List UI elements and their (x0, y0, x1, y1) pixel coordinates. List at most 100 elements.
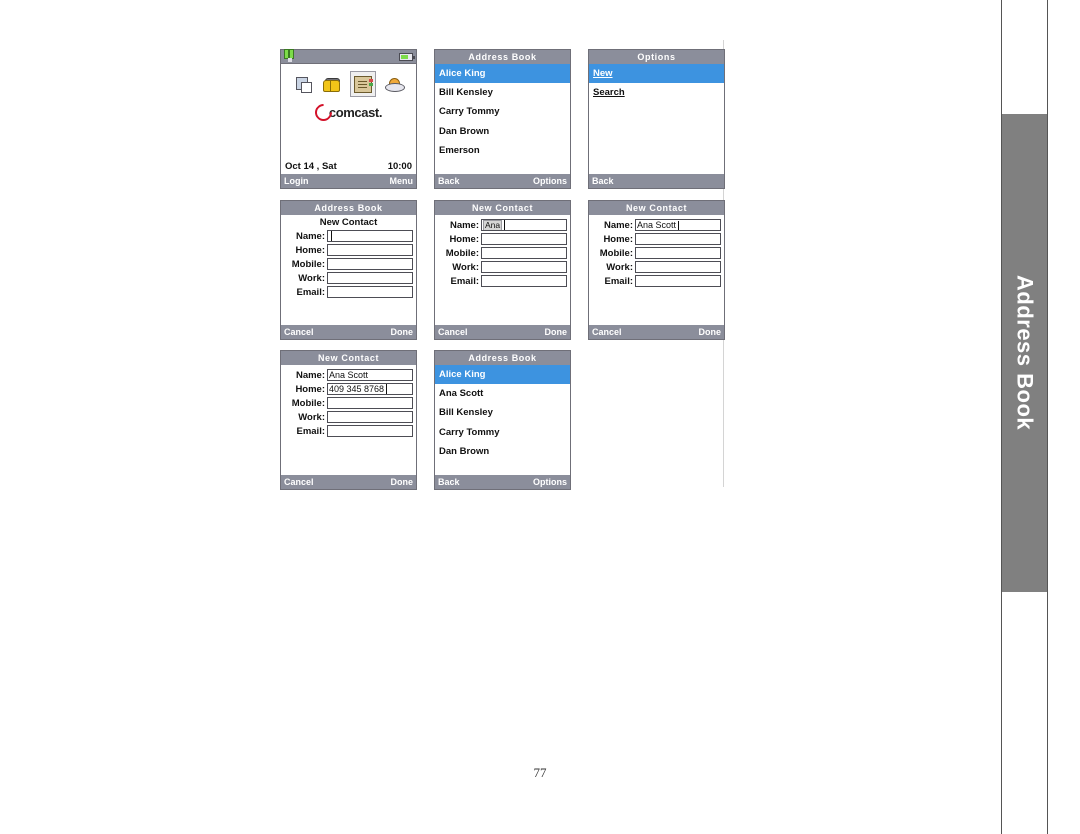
email-field[interactable] (635, 275, 721, 287)
field-label: Home: (449, 233, 479, 245)
softkey-right-done[interactable]: Done (545, 327, 568, 337)
list-item-label: Dan Brown (439, 445, 490, 457)
softkey-bar: Back Options (435, 475, 570, 489)
softkey-right-menu[interactable]: Menu (390, 176, 414, 186)
menu-item-label: Search (593, 87, 625, 99)
list-item-label: Carry Tommy (439, 426, 500, 438)
softkey-left-back[interactable]: Back (438, 477, 460, 487)
work-field[interactable] (481, 261, 567, 273)
home-field[interactable] (327, 244, 413, 256)
phone-screen-home: comcast. Oct 14 , Sat 10:00 Login Menu (280, 49, 417, 189)
list-item[interactable]: Alice King (435, 64, 570, 84)
list-item[interactable]: Carry Tommy (435, 423, 570, 442)
softkey-bar: Login Menu (281, 174, 416, 188)
mobile-field[interactable] (327, 397, 413, 409)
list-item-label: Bill Kensley (439, 407, 493, 419)
list-item[interactable]: Ana Scott (435, 384, 570, 403)
softkey-left-cancel[interactable]: Cancel (438, 327, 468, 337)
home-body: comcast. Oct 14 , Sat 10:00 (281, 64, 416, 174)
mobile-field[interactable] (327, 258, 413, 270)
name-field-value: Ana Scott (637, 220, 677, 230)
phone-screen-address-book-list: Address Book Alice King Bill Kensley Car… (434, 49, 571, 189)
form-row-home: Home: (437, 233, 567, 245)
softkey-bar: Back Options (435, 174, 570, 188)
field-label: Work: (298, 272, 325, 284)
softkey-left-back[interactable]: Back (592, 176, 614, 186)
home-field[interactable] (481, 233, 567, 245)
softkey-right-done[interactable]: Done (391, 327, 414, 337)
field-label: Mobile: (445, 247, 479, 259)
mobile-field[interactable] (635, 247, 721, 259)
list-item[interactable]: Dan Brown (435, 442, 570, 461)
weather-icon[interactable] (384, 74, 405, 94)
work-field[interactable] (327, 411, 413, 423)
field-label: Email: (604, 275, 633, 287)
home-field[interactable] (635, 233, 721, 245)
softkey-right-done[interactable]: Done (699, 327, 722, 337)
list-item-label: Emerson (439, 144, 480, 156)
list-item[interactable]: Alice King (435, 365, 570, 385)
list-item[interactable]: Dan Brown (435, 122, 570, 141)
softkey-right-done[interactable]: Done (391, 477, 414, 487)
name-field[interactable]: Ana Scott (635, 219, 721, 231)
softkey-bar: Cancel Done (281, 475, 416, 489)
field-label: Email: (450, 275, 479, 287)
new-contact-form: Name: Ana Scott Home: Mobile: Work: Emai… (589, 215, 724, 325)
list-item[interactable]: Emerson (435, 141, 570, 160)
title-bar: Address Book (435, 50, 570, 64)
softkey-left-cancel[interactable]: Cancel (284, 327, 314, 337)
new-contact-form: Name: Ana Scott Home: 409 345 8768 Mobil… (281, 365, 416, 475)
name-field[interactable]: Ana (481, 219, 567, 231)
page-border-right-rule (1047, 0, 1048, 834)
signal-bars-icon (284, 49, 296, 62)
list-item[interactable]: Bill Kensley (435, 83, 570, 102)
list-item[interactable]: Carry Tommy (435, 102, 570, 121)
name-field[interactable]: Ana Scott (327, 369, 413, 381)
menu-item-label: New (593, 68, 613, 80)
email-field[interactable] (481, 275, 567, 287)
new-contact-form: Name: Ana Home: Mobile: Work: Email: (435, 215, 570, 325)
mobile-field[interactable] (481, 247, 567, 259)
name-field-value: Ana (483, 219, 503, 230)
phone-screen-new-contact-empty: Address Book New Contact Name: Home: Mob… (280, 200, 417, 340)
menu-item-new[interactable]: New (589, 64, 724, 84)
email-field[interactable] (327, 286, 413, 298)
softkey-left-back[interactable]: Back (438, 176, 460, 186)
softkey-left-cancel[interactable]: Cancel (592, 327, 622, 337)
address-book-icon[interactable] (349, 71, 376, 97)
form-subheading: New Contact (319, 217, 378, 228)
form-row-work: Work: (283, 411, 413, 423)
list-item-label: Alice King (439, 369, 486, 381)
open-book-icon[interactable] (321, 74, 341, 94)
title-bar: New Contact (281, 351, 416, 365)
softkey-right-options[interactable]: Options (533, 477, 567, 487)
home-date: Oct 14 , Sat (285, 161, 337, 172)
title-bar: New Contact (435, 201, 570, 215)
status-bar (281, 49, 416, 64)
form-row-work: Work: (283, 272, 413, 284)
softkey-right-options[interactable]: Options (533, 176, 567, 186)
list-item-label: Alice King (439, 68, 486, 80)
softkey-left-cancel[interactable]: Cancel (284, 477, 314, 487)
home-icon-row (281, 64, 416, 99)
form-row-work: Work: (591, 261, 721, 273)
form-row-email: Email: (591, 275, 721, 287)
list-item[interactable]: Bill Kensley (435, 403, 570, 422)
menu-item-search[interactable]: Search (589, 83, 724, 102)
email-field[interactable] (327, 425, 413, 437)
softkey-left-login[interactable]: Login (284, 176, 309, 186)
text-caret (386, 384, 388, 394)
work-field[interactable] (635, 261, 721, 273)
name-field[interactable] (327, 230, 413, 242)
form-row-mobile: Mobile: (283, 258, 413, 270)
list-item-label: Dan Brown (439, 125, 490, 137)
work-field[interactable] (327, 272, 413, 284)
title-bar: New Contact (589, 201, 724, 215)
device-messaging-icon[interactable] (293, 74, 313, 94)
field-label: Name: (603, 219, 633, 231)
field-label: Work: (606, 261, 633, 273)
home-field[interactable]: 409 345 8768 (327, 383, 413, 395)
softkey-bar: Cancel Done (435, 325, 570, 339)
section-tab-label: Address Book (1012, 275, 1038, 431)
form-row-mobile: Mobile: (283, 397, 413, 409)
